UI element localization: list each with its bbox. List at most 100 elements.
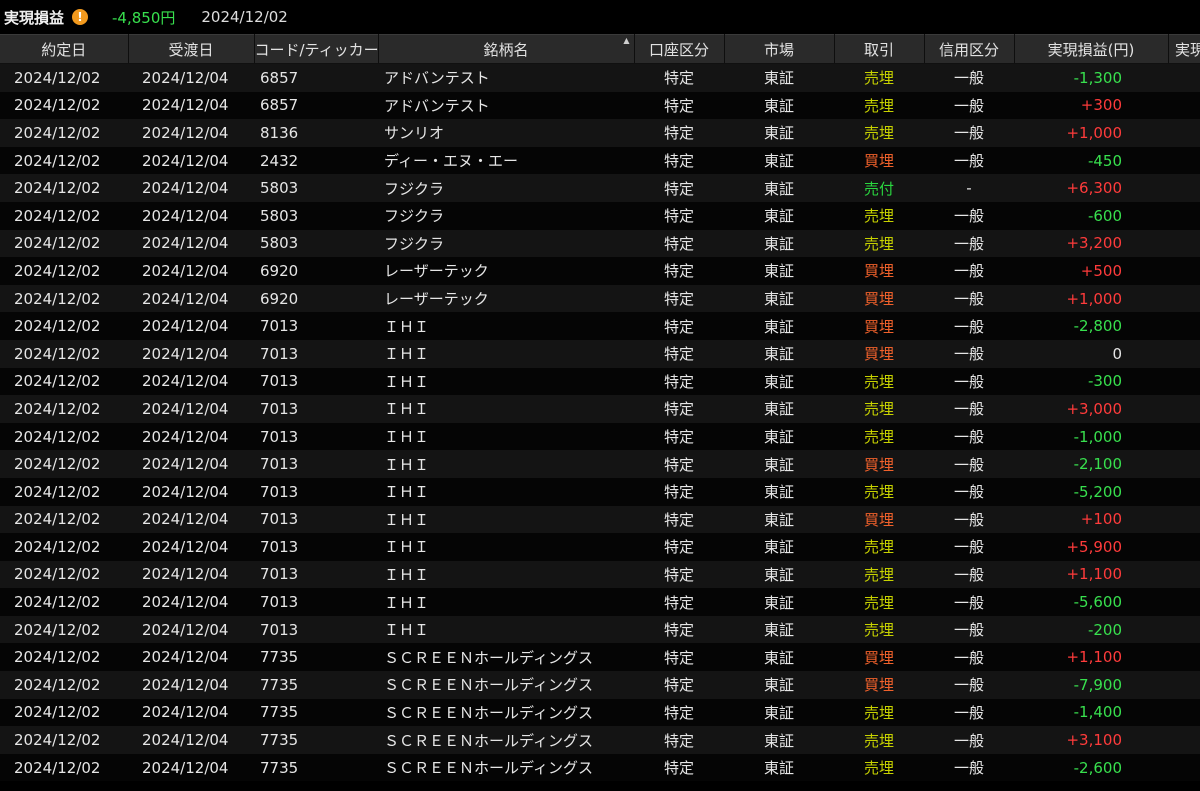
account-cell: 特定	[634, 63, 724, 92]
table-row[interactable]: 2024/12/02 2024/12/04 7735 ＳＣＲＥＥＮホールディングス 特定…	[0, 671, 1200, 699]
account-cell: 特定	[634, 174, 724, 202]
credit-cell: 一般	[924, 477, 1014, 506]
table-row[interactable]: 2024/12/02 2024/12/04 8136 サンリオ 特定 東証 売埋 一般 +1,0…	[0, 119, 1200, 147]
pl-extra-cell	[1168, 312, 1200, 340]
col-header-code[interactable]: コード/ティッカー	[254, 34, 379, 64]
table-row[interactable]: 2024/12/02 2024/12/04 7735 ＳＣＲＥＥＮホールディングス 特定…	[0, 753, 1200, 782]
settle-date-cell: 2024/12/04	[128, 339, 254, 368]
market-cell: 東証	[724, 395, 834, 423]
col-header-pl[interactable]: 実現損益(円)	[1014, 34, 1169, 64]
table-row[interactable]: 2024/12/02 2024/12/04 7735 ＳＣＲＥＥＮホールディングス 特定…	[0, 726, 1200, 754]
table-row[interactable]: 2024/12/02 2024/12/04 5803 フジクラ 特定 東証 売付 - +6,30…	[0, 174, 1200, 202]
name-cell: ＩＨＩ	[378, 588, 634, 616]
credit-cell: 一般	[924, 367, 1014, 396]
table-row[interactable]: 2024/12/02 2024/12/04 5803 フジクラ 特定 東証 売埋 一般 -600	[0, 201, 1200, 230]
pl-extra-cell	[1168, 63, 1200, 92]
settle-date-cell: 2024/12/04	[128, 312, 254, 340]
table-row[interactable]: 2024/12/02 2024/12/04 6920 レーザーテック 特定 東証 買埋 一般 +…	[0, 257, 1200, 285]
col-header-account[interactable]: 口座区分	[634, 34, 725, 64]
account-cell: 特定	[634, 229, 724, 258]
market-cell: 東証	[724, 422, 834, 451]
table-row[interactable]: 2024/12/02 2024/12/04 7013 ＩＨＩ 特定 東証 売埋 一般 -300	[0, 367, 1200, 396]
trade-date-cell: 2024/12/02	[0, 671, 128, 699]
trade-date-cell: 2024/12/02	[0, 201, 128, 230]
credit-cell: 一般	[924, 588, 1014, 616]
settle-date-cell: 2024/12/04	[128, 533, 254, 561]
pl-extra-cell	[1168, 643, 1200, 672]
code-cell: 5803	[254, 201, 378, 230]
name-cell: ＩＨＩ	[378, 312, 634, 340]
settle-date-cell: 2024/12/04	[128, 671, 254, 699]
col-header-credit[interactable]: 信用区分	[924, 34, 1015, 64]
table-row[interactable]: 2024/12/02 2024/12/04 7013 ＩＨＩ 特定 東証 売埋 一般 -5,20…	[0, 477, 1200, 506]
pl-extra-cell	[1168, 477, 1200, 506]
col-header-name[interactable]: 銘柄名	[378, 34, 635, 64]
table-row[interactable]: 2024/12/02 2024/12/04 7013 ＩＨＩ 特定 東証 売埋 一般 +3,00…	[0, 395, 1200, 423]
trade-date-cell: 2024/12/02	[0, 477, 128, 506]
col-header-trade[interactable]: 取引	[834, 34, 925, 64]
settle-date-cell: 2024/12/04	[128, 146, 254, 175]
table-row[interactable]: 2024/12/02 2024/12/04 7013 ＩＨＩ 特定 東証 売埋 一般 -200	[0, 615, 1200, 644]
code-cell: 7013	[254, 477, 378, 506]
table-row[interactable]: 2024/12/02 2024/12/04 7013 ＩＨＩ 特定 東証 売埋 一般 -5,60…	[0, 588, 1200, 616]
code-cell: 5803	[254, 229, 378, 258]
settle-date-cell: 2024/12/04	[128, 119, 254, 147]
table-row[interactable]: 2024/12/02 2024/12/04 5803 フジクラ 特定 東証 売埋 一般 +3,2…	[0, 229, 1200, 258]
trade-cell: 売埋	[834, 588, 924, 616]
name-cell: ＩＨＩ	[378, 367, 634, 396]
pl-cell: +1,100	[1014, 643, 1168, 672]
table-row[interactable]: 2024/12/02 2024/12/04 7013 ＩＨＩ 特定 東証 買埋 一般 -2,10…	[0, 450, 1200, 478]
col-header-pl-extra[interactable]: 実現	[1168, 34, 1200, 64]
table-row[interactable]: 2024/12/02 2024/12/04 7013 ＩＨＩ 特定 東証 買埋 一般 0	[0, 339, 1200, 368]
code-cell: 6857	[254, 91, 378, 120]
credit-cell: 一般	[924, 753, 1014, 782]
table-row[interactable]: 2024/12/02 2024/12/04 7735 ＳＣＲＥＥＮホールディングス 特定…	[0, 698, 1200, 727]
pl-cell: -600	[1014, 201, 1168, 230]
market-cell: 東証	[724, 201, 834, 230]
account-cell: 特定	[634, 698, 724, 727]
table-row[interactable]: 2024/12/02 2024/12/04 6920 レーザーテック 特定 東証 買埋 一般 +…	[0, 284, 1200, 313]
table-row[interactable]: 2024/12/02 2024/12/04 7013 ＩＨＩ 特定 東証 買埋 一般 +100	[0, 505, 1200, 534]
pl-extra-cell	[1168, 91, 1200, 120]
code-cell: 7013	[254, 422, 378, 451]
warning-icon[interactable]: !	[72, 9, 89, 25]
pl-cell: +3,100	[1014, 726, 1168, 754]
trade-date-cell: 2024/12/02	[0, 422, 128, 451]
pl-cell: -200	[1014, 615, 1168, 644]
settle-date-cell: 2024/12/04	[128, 505, 254, 534]
account-cell: 特定	[634, 284, 724, 313]
col-header-trade-date[interactable]: 約定日	[0, 34, 129, 64]
code-cell: 7735	[254, 753, 378, 782]
trade-cell: 売埋	[834, 395, 924, 423]
account-cell: 特定	[634, 422, 724, 451]
col-header-market[interactable]: 市場	[724, 34, 835, 64]
table-row[interactable]: 2024/12/02 2024/12/04 7013 ＩＨＩ 特定 東証 売埋 一般 +1,10…	[0, 560, 1200, 589]
trade-cell: 買埋	[834, 671, 924, 699]
trade-cell: 買埋	[834, 505, 924, 534]
table-row[interactable]: 2024/12/02 2024/12/04 6857 アドバンテスト 特定 東証 売埋 一般 -…	[0, 63, 1200, 92]
table-row[interactable]: 2024/12/02 2024/12/04 7735 ＳＣＲＥＥＮホールディングス 特定…	[0, 643, 1200, 672]
code-cell: 7013	[254, 505, 378, 534]
pl-cell: -300	[1014, 367, 1168, 396]
col-header-settle-date[interactable]: 受渡日	[128, 34, 255, 64]
trade-date-cell: 2024/12/02	[0, 560, 128, 589]
pl-cell: -2,100	[1014, 450, 1168, 478]
name-cell: ＩＨＩ	[378, 339, 634, 368]
trade-cell: 売埋	[834, 229, 924, 258]
account-cell: 特定	[634, 671, 724, 699]
table-row[interactable]: 2024/12/02 2024/12/04 7013 ＩＨＩ 特定 東証 売埋 一般 -1,00…	[0, 422, 1200, 451]
trade-date-cell: 2024/12/02	[0, 312, 128, 340]
pl-extra-cell	[1168, 560, 1200, 589]
table-row[interactable]: 2024/12/02 2024/12/04 7013 ＩＨＩ 特定 東証 売埋 一般 +5,90…	[0, 533, 1200, 561]
table-row[interactable]: 2024/12/02 2024/12/04 2432 ディー・エヌ・エー 特定 東証 買埋一…	[0, 146, 1200, 175]
code-cell: 5803	[254, 174, 378, 202]
name-cell: ＳＣＲＥＥＮホールディングス	[378, 671, 634, 699]
table-row[interactable]: 2024/12/02 2024/12/04 6857 アドバンテスト 特定 東証 売埋 一般 +…	[0, 91, 1200, 120]
credit-cell: 一般	[924, 119, 1014, 147]
name-cell: ＩＨＩ	[378, 450, 634, 478]
credit-cell: 一般	[924, 726, 1014, 754]
pl-extra-cell	[1168, 367, 1200, 396]
pl-extra-cell	[1168, 422, 1200, 451]
table-row[interactable]: 2024/12/02 2024/12/04 7013 ＩＨＩ 特定 東証 買埋 一般 -2,80…	[0, 312, 1200, 340]
code-cell: 7735	[254, 643, 378, 672]
